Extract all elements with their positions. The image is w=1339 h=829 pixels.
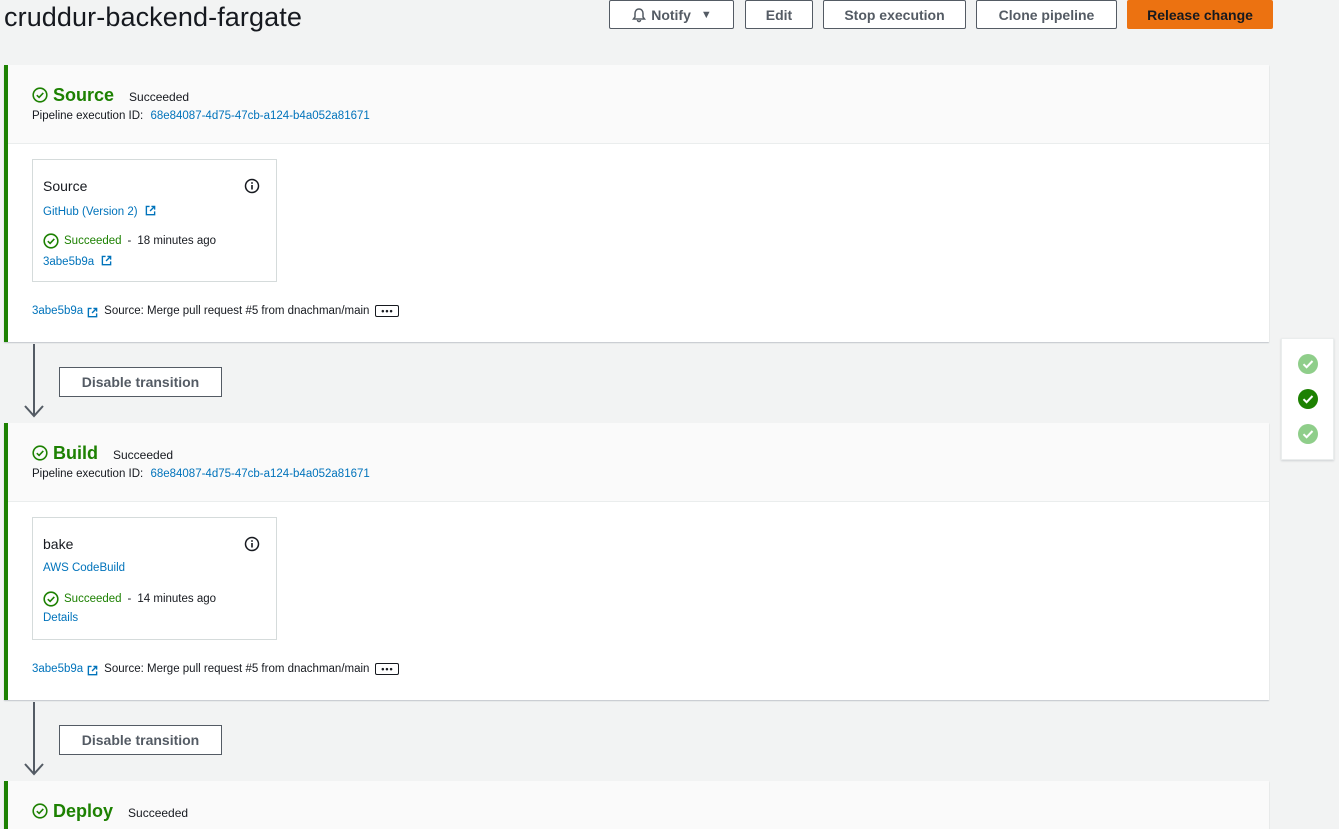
clone-pipeline-button[interactable]: Clone pipeline xyxy=(976,0,1117,29)
stage-status: Succeeded xyxy=(128,806,189,820)
stage-header: Source Succeeded Pipeline execution ID: … xyxy=(8,65,1269,144)
details-link-label: Details xyxy=(43,612,79,624)
notify-button[interactable]: Notify ▼ xyxy=(609,0,734,29)
arrow-down-icon xyxy=(24,344,44,418)
stage-status: Succeeded xyxy=(113,448,174,462)
stage-source-nav-icon[interactable] xyxy=(1298,354,1318,374)
action-status-label: Succeeded xyxy=(64,593,122,605)
provider-label: GitHub (Version 2) xyxy=(43,206,138,218)
info-icon[interactable] xyxy=(244,178,260,194)
revision-row: 3abe5b9a Source: Merge pull request #5 f… xyxy=(32,305,400,317)
transition-build-deploy: Disable transition xyxy=(20,702,240,782)
stage-status: Succeeded xyxy=(129,90,190,104)
revision-message: Source: Merge pull request #5 from dnach… xyxy=(104,663,370,675)
commit-link-label: 3abe5b9a xyxy=(43,256,95,268)
execution-id-link[interactable]: 68e84087-4d75-47cb-a124-b4a052a81671 xyxy=(150,468,369,480)
stage-header: Build Succeeded Pipeline execution ID: 6… xyxy=(8,423,1269,502)
success-icon xyxy=(43,591,59,607)
execution-id-label: Pipeline execution ID: xyxy=(32,468,144,480)
disable-transition-button[interactable]: Disable transition xyxy=(59,725,222,755)
external-link-icon xyxy=(145,205,156,216)
stage-header: Deploy Succeeded xyxy=(8,781,1269,829)
execution-id-row: Pipeline execution ID: 68e84087-4d75-47c… xyxy=(32,110,370,122)
page-title: cruddur-backend-fargate xyxy=(4,2,302,32)
info-icon[interactable] xyxy=(244,536,260,552)
action-card: bake AWS CodeBuild Succeeded - 14 minute… xyxy=(32,517,277,640)
success-icon xyxy=(32,445,48,461)
arrow-down-icon xyxy=(24,702,44,776)
stage-navigator xyxy=(1281,338,1334,460)
provider-link[interactable]: GitHub (Version 2) xyxy=(43,204,156,218)
commit-link[interactable]: 3abe5b9a xyxy=(43,254,112,268)
caret-down-icon: ▼ xyxy=(700,8,712,21)
revision-row: 3abe5b9a Source: Merge pull request #5 f… xyxy=(32,663,400,675)
stage-deploy-nav-icon[interactable] xyxy=(1298,424,1318,444)
external-link-icon xyxy=(87,307,98,317)
action-time: 14 minutes ago xyxy=(137,593,217,605)
edit-button[interactable]: Edit xyxy=(745,0,813,29)
provider-label: AWS CodeBuild xyxy=(43,562,126,574)
success-icon xyxy=(32,803,48,819)
success-icon xyxy=(43,233,59,249)
action-card: Source GitHub (Version 2) Succeeded - 18… xyxy=(32,159,277,282)
stage-name: Build xyxy=(53,443,98,463)
action-name: Source xyxy=(43,178,88,194)
details-link[interactable]: Details xyxy=(43,612,78,624)
action-status: Succeeded - 18 minutes ago xyxy=(43,233,216,249)
stage-build: Build Succeeded Pipeline execution ID: 6… xyxy=(4,423,1269,700)
provider-link[interactable]: AWS CodeBuild xyxy=(43,562,125,574)
action-name: bake xyxy=(43,536,74,552)
action-status: Succeeded - 14 minutes ago xyxy=(43,591,216,607)
more-icon[interactable]: ••• xyxy=(375,663,400,675)
execution-id-label: Pipeline execution ID: xyxy=(32,110,144,122)
revision-link[interactable]: 3abe5b9a xyxy=(32,305,83,317)
stage-name: Deploy xyxy=(53,801,114,821)
external-link-icon xyxy=(102,255,112,266)
more-icon[interactable]: ••• xyxy=(375,305,400,317)
stage-source: Source Succeeded Pipeline execution ID: … xyxy=(4,65,1269,342)
separator: - xyxy=(127,593,132,605)
stage-name: Source xyxy=(53,85,115,105)
execution-id-link[interactable]: 68e84087-4d75-47cb-a124-b4a052a81671 xyxy=(150,110,369,122)
revision-link[interactable]: 3abe5b9a xyxy=(32,663,83,675)
external-link-icon xyxy=(87,665,98,675)
bell-icon xyxy=(632,7,647,22)
disable-transition-button[interactable]: Disable transition xyxy=(59,367,222,397)
success-icon xyxy=(32,87,48,103)
stop-execution-button[interactable]: Stop execution xyxy=(823,0,966,29)
execution-id-row: Pipeline execution ID: 68e84087-4d75-47c… xyxy=(32,468,370,480)
separator: - xyxy=(127,235,132,247)
notify-label: Notify xyxy=(651,6,691,23)
revision-message: Source: Merge pull request #5 from dnach… xyxy=(104,305,370,317)
transition-source-build: Disable transition xyxy=(20,344,240,424)
release-change-button[interactable]: Release change xyxy=(1127,0,1273,29)
stage-build-nav-icon[interactable] xyxy=(1298,389,1318,409)
action-status-label: Succeeded xyxy=(64,235,122,247)
action-time: 18 minutes ago xyxy=(137,235,217,247)
stage-deploy: Deploy Succeeded xyxy=(4,781,1269,829)
